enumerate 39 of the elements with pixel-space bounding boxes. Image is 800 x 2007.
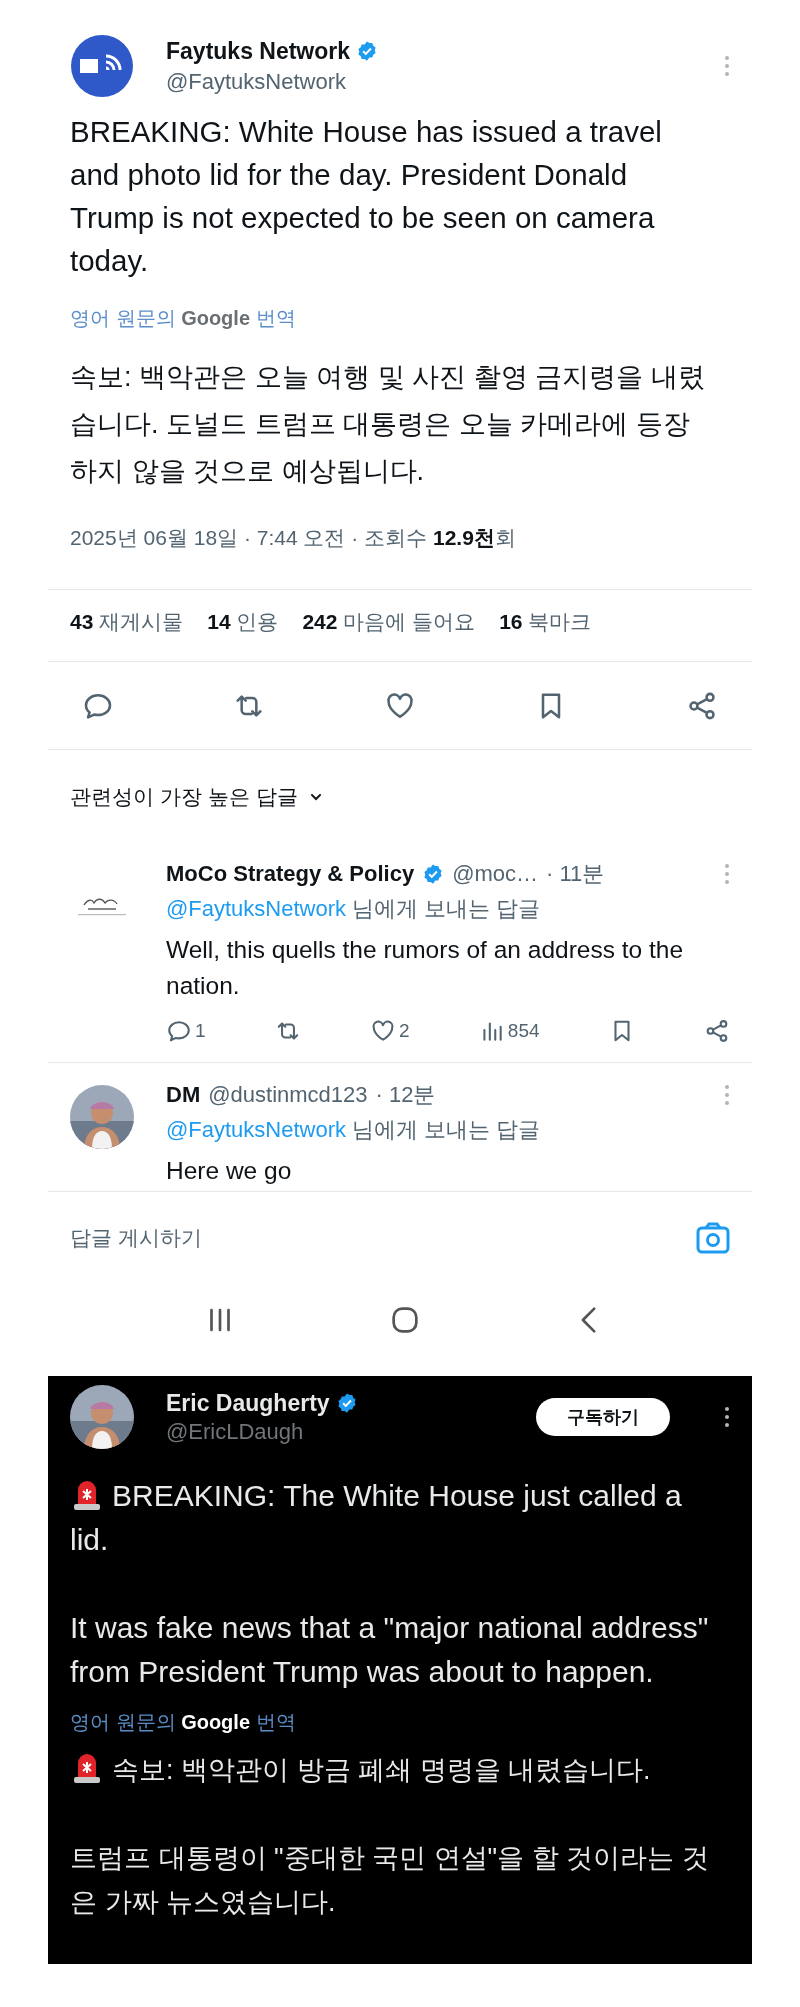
reply-icon[interactable] xyxy=(166,1018,192,1044)
tweet-text: It was fake news that a "major national address" from President Trump was about to happen. xyxy=(70,1611,709,1688)
heart-icon[interactable] xyxy=(370,1018,396,1044)
author-handle[interactable]: @EricLDaugh xyxy=(166,1418,504,1445)
stat-link[interactable]: 43 재게시물 xyxy=(70,608,184,636)
translated-text: 속보: 백악관은 오늘 여행 및 사진 촬영 금지령을 내렸습니다. 도널드 트럼프 대통령은 오늘 카메라에 등장하지 않을 것으로 예상됩니다. xyxy=(70,361,706,488)
translated-text: 트럼프 대통령이 "중대한 국민 연설"을 할 것이라는 것은 가짜 뉴스였습니다. xyxy=(70,1843,709,1917)
stat-link[interactable]: 16 북마크 xyxy=(499,608,592,636)
subscribe-button[interactable]: 구독하기 xyxy=(536,1398,670,1436)
reply-context: @FaytuksNetwork 님에게 보내는 답글 xyxy=(166,1116,542,1144)
action-count: 2 xyxy=(399,1020,410,1042)
author-handle[interactable]: @moc… xyxy=(452,861,539,887)
author-name[interactable]: DM xyxy=(166,1082,201,1108)
author-name[interactable]: Faytuks Network xyxy=(166,37,351,65)
tweet-meta: 2025년 06월 18일 · 7:44 오전 · 조회수 12.9천회 xyxy=(70,525,517,551)
tweet-text: BREAKING: White House has issued a travel and photo lid for the day. President Donald Trump is not expected to be seen on camera today. xyxy=(70,114,663,279)
translate-link[interactable]: 영어 원문의 Google 번역 xyxy=(70,304,730,332)
author-name[interactable]: MoCo Strategy & Policy xyxy=(166,861,415,887)
logo-avatar[interactable] xyxy=(70,34,134,98)
author-name[interactable]: Eric Daugherty xyxy=(166,1389,330,1417)
translate-link[interactable]: 영어 원문의 Google 번역 xyxy=(70,1708,730,1736)
reply-text: Well, this quells the rumors of an address to the nation. xyxy=(166,935,685,1001)
tweet-text: BREAKING: The White House just called a lid. xyxy=(70,1479,682,1556)
post-time: · 11분 xyxy=(546,860,605,888)
sort-dropdown[interactable]: 관련성이 가장 높은 답글 xyxy=(70,783,298,811)
more-options-icon[interactable] xyxy=(724,1406,730,1428)
share-icon[interactable] xyxy=(686,690,718,722)
reply-context: @FaytuksNetwork 님에게 보내는 답글 xyxy=(166,895,542,923)
action-count: 854 xyxy=(507,1020,540,1042)
camera-icon[interactable] xyxy=(696,1222,730,1254)
author-handle[interactable]: @dustinmcd123 xyxy=(208,1082,368,1108)
reply-text: Here we go xyxy=(166,1156,293,1186)
translated-text: 속보: 백악관이 방금 폐쇄 명령을 내렸습니다. xyxy=(112,1755,651,1785)
author-handle[interactable]: @FaytuksNetwork xyxy=(166,68,692,95)
post-time: · 12분 xyxy=(375,1081,436,1109)
stat-link[interactable]: 14 인용 xyxy=(207,608,279,636)
reply-input[interactable]: 답글 게시하기 xyxy=(70,1226,470,1250)
stat-link[interactable]: 242 마음에 들어요 xyxy=(302,608,476,636)
action-count: 1 xyxy=(195,1020,206,1042)
